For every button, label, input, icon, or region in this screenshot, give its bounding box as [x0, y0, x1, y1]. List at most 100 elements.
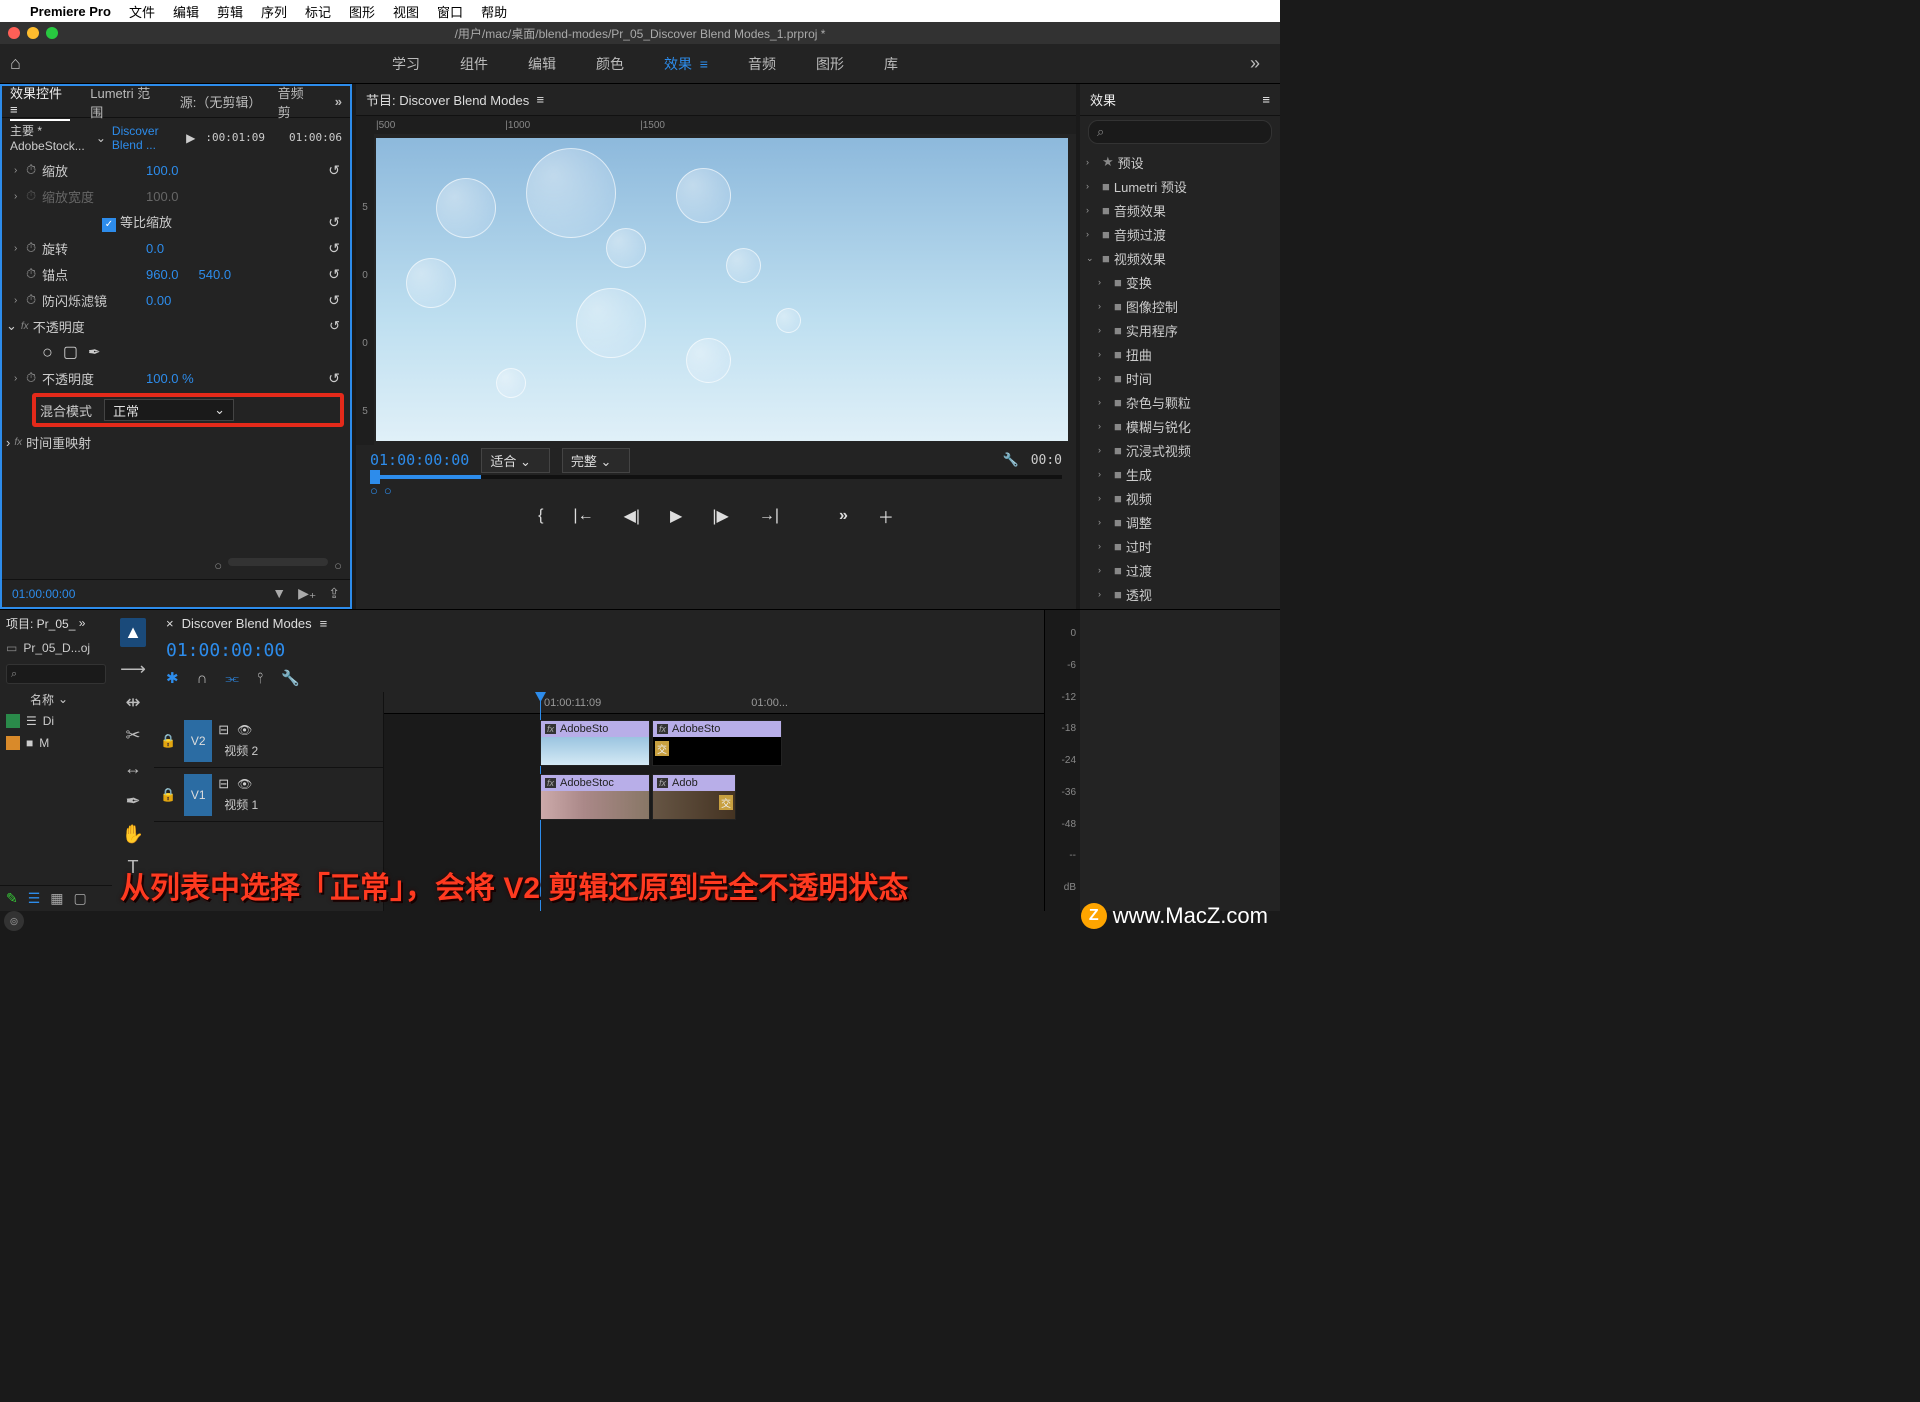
ec-tabs-overflow-icon[interactable]: »	[335, 94, 342, 109]
menu-edit[interactable]: 编辑	[173, 2, 199, 21]
item-name-2[interactable]: M	[39, 736, 49, 750]
mask-rect-icon[interactable]: ▢	[63, 342, 78, 362]
reset-uniform-icon[interactable]: ↺	[328, 214, 340, 231]
effects-menu-icon[interactable]: ≡	[1262, 92, 1270, 107]
maximize-button[interactable]	[46, 27, 58, 39]
ws-effects[interactable]: 效果 ≡	[664, 54, 708, 74]
mask-pen-icon[interactable]: ✒	[88, 343, 101, 361]
label-swatch-orange[interactable]	[6, 736, 20, 750]
val-scale[interactable]: 100.0	[146, 163, 179, 178]
pen-tool-icon[interactable]: ✒	[125, 791, 140, 812]
fx-tree-item[interactable]: ›■变换	[1080, 270, 1280, 294]
fx-tree-item[interactable]: ›■时间	[1080, 366, 1280, 390]
ws-assembly[interactable]: 组件	[460, 54, 488, 74]
timeline-seq-name[interactable]: Discover Blend Modes	[182, 616, 312, 631]
tab-effect-controls[interactable]: 效果控件 ≡	[10, 83, 70, 121]
timeline-tc[interactable]: 01:00:00:00	[154, 636, 1044, 664]
fx-tree-item[interactable]: ›■模糊与锐化	[1080, 414, 1280, 438]
fx-tree-item[interactable]: ›■过渡	[1080, 558, 1280, 582]
val-rotation[interactable]: 0.0	[146, 241, 164, 256]
track-head-v1[interactable]: 🔒 V1 ⊟视频 1	[154, 768, 383, 822]
fx-tree-item[interactable]: ›■图像控制	[1080, 294, 1280, 318]
section-opacity[interactable]: 不透明度	[33, 317, 85, 336]
fx-tree-item[interactable]: ›■通道	[1080, 606, 1280, 609]
goto-in-icon[interactable]: |←	[573, 507, 593, 525]
fx-tree-item[interactable]: ›■生成	[1080, 462, 1280, 486]
menu-graphics[interactable]: 图形	[349, 2, 375, 21]
prop-anchor[interactable]: 锚点	[42, 265, 142, 284]
fx-tree-item[interactable]: ›■音频效果	[1080, 198, 1280, 222]
clip-v2-a[interactable]: fxAdobeSto	[540, 720, 650, 766]
creative-cloud-icon[interactable]: ⊚	[4, 911, 24, 931]
ec-play-icon[interactable]: ▶	[186, 131, 195, 145]
minimize-button[interactable]	[27, 27, 39, 39]
bin-icon[interactable]: ▭	[6, 641, 17, 655]
transport-more-icon[interactable]: »	[839, 507, 848, 525]
program-monitor[interactable]	[376, 138, 1068, 441]
resolution-dropdown[interactable]: 完整 ⌄	[562, 448, 631, 473]
sync-lock-icon[interactable]: ⊟	[218, 722, 229, 738]
ws-graphics[interactable]: 图形	[816, 54, 844, 74]
reset-anchor-icon[interactable]: ↺	[328, 266, 340, 283]
blend-mode-dropdown[interactable]: 正常 ⌄	[104, 399, 234, 421]
play-icon[interactable]: ▶	[670, 506, 682, 526]
tab-lumetri-scopes[interactable]: Lumetri 范围	[90, 83, 160, 121]
track-head-v2[interactable]: 🔒 V2 ⊟视频 2	[154, 714, 383, 768]
goto-out-icon[interactable]: →|	[759, 507, 779, 525]
menu-file[interactable]: 文件	[129, 2, 155, 21]
list-view-icon[interactable]: ☰	[28, 890, 41, 907]
ec-scroll-right-icon[interactable]: ○	[334, 558, 342, 573]
ws-color[interactable]: 颜色	[596, 54, 624, 74]
reset-rotation-icon[interactable]: ↺	[328, 240, 340, 257]
program-tc[interactable]: 01:00:00:00	[370, 451, 469, 469]
fx-tree-item[interactable]: ›■Lumetri 预设	[1080, 174, 1280, 198]
slip-tool-icon[interactable]: ↔	[124, 758, 142, 779]
close-button[interactable]	[8, 27, 20, 39]
section-time-remap[interactable]: 时间重映射	[26, 433, 91, 452]
fx-tree-item[interactable]: ›■杂色与颗粒	[1080, 390, 1280, 414]
fx-tree-item[interactable]: ›■实用程序	[1080, 318, 1280, 342]
ws-learn[interactable]: 学习	[392, 54, 420, 74]
icon-view-icon[interactable]: ▦	[50, 890, 63, 907]
fx-tree-item[interactable]: ›★预设	[1080, 150, 1280, 174]
step-fwd-icon[interactable]: |▶	[712, 506, 728, 526]
ws-libraries[interactable]: 库	[884, 54, 898, 74]
razor-tool-icon[interactable]: ✂	[125, 725, 140, 746]
bin-name[interactable]: Pr_05_D...oj	[23, 641, 90, 655]
tab-source[interactable]: 源:（无剪辑）	[180, 92, 258, 111]
ec-sequence-clip[interactable]: Discover Blend ...	[112, 124, 180, 152]
reset-opacity-section-icon[interactable]: ↺	[329, 318, 340, 334]
mark-in-icon[interactable]: {	[538, 507, 543, 525]
menu-clip[interactable]: 剪辑	[217, 2, 243, 21]
add-marker-icon[interactable]: ＋	[878, 504, 894, 528]
toggle-v1-icon[interactable]	[237, 776, 252, 792]
freeform-view-icon[interactable]: ▢	[74, 890, 87, 907]
fx-tree-item[interactable]: ›■扭曲	[1080, 342, 1280, 366]
sync-lock-v1-icon[interactable]: ⊟	[218, 776, 229, 792]
workspace-overflow-icon[interactable]: »	[1250, 53, 1270, 74]
selection-tool-icon[interactable]: ▲	[120, 618, 146, 647]
reset-flicker-icon[interactable]: ↺	[328, 292, 340, 309]
freeform-icon[interactable]: ✎	[6, 890, 18, 907]
hand-tool-icon[interactable]: ✋	[122, 824, 144, 845]
mask-ellipse-icon[interactable]: ○	[42, 342, 53, 363]
menu-sequence[interactable]: 序列	[261, 2, 287, 21]
ec-export-icon[interactable]: ⇪	[328, 585, 340, 602]
magnet-icon[interactable]: ∩	[197, 670, 208, 687]
v2-target[interactable]: V2	[184, 720, 212, 762]
reset-opacity-icon[interactable]: ↺	[328, 370, 340, 387]
fx-tree-item[interactable]: ⌄■视频效果	[1080, 246, 1280, 270]
ec-master-clip[interactable]: 主要 * AdobeStock...	[10, 122, 90, 153]
effects-search[interactable]: ⌕	[1088, 120, 1272, 144]
fx-tree-item[interactable]: ›■透视	[1080, 582, 1280, 606]
tab-audio-clip[interactable]: 音频剪	[278, 83, 315, 121]
menu-help[interactable]: 帮助	[481, 2, 507, 21]
lock-v2-icon[interactable]: 🔒	[160, 733, 176, 749]
prop-scale[interactable]: 缩放	[42, 161, 142, 180]
item-name-1[interactable]: Di	[43, 714, 54, 728]
v1-target[interactable]: V1	[184, 774, 212, 816]
fx-tree-item[interactable]: ›■视频	[1080, 486, 1280, 510]
fx-tree-item[interactable]: ›■沉浸式视频	[1080, 438, 1280, 462]
ws-audio[interactable]: 音频	[748, 54, 776, 74]
reset-scale-icon[interactable]: ↺	[328, 162, 340, 179]
